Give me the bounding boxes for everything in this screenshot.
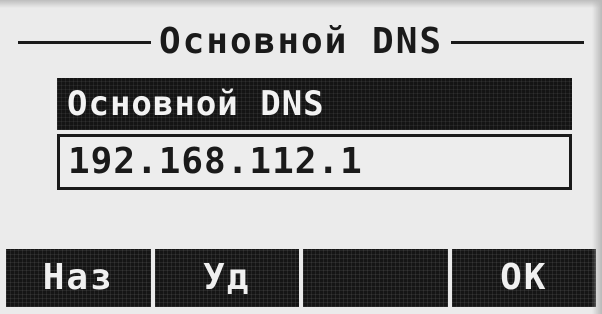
softkey-bar: Наз Уд OK: [6, 249, 596, 307]
delete-softkey[interactable]: Уд: [154, 249, 299, 307]
back-softkey[interactable]: Наз: [6, 249, 151, 307]
title-bar: Основной DNS: [18, 18, 584, 66]
screen-title: Основной DNS: [158, 21, 444, 62]
ok-softkey[interactable]: OK: [451, 249, 596, 307]
field-label: Основной DNS: [57, 78, 572, 130]
lcd-screen: Основной DNS Основной DNS 192.168.112.1 …: [0, 0, 602, 314]
empty-softkey[interactable]: [303, 249, 448, 307]
title-rule-right: [451, 40, 584, 44]
title-rule-left: [18, 40, 151, 44]
dns-input-value[interactable]: 192.168.112.1: [68, 137, 363, 187]
dns-input-field[interactable]: 192.168.112.1: [57, 134, 572, 190]
